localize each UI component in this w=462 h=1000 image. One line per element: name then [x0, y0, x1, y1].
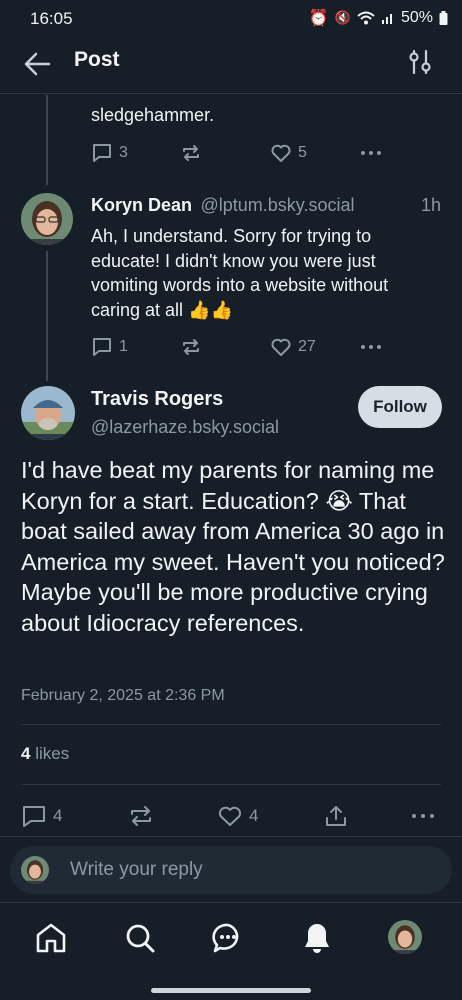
comment-icon — [93, 338, 111, 356]
reply-button[interactable]: 4 — [21, 804, 62, 828]
thread-settings-button[interactable] — [408, 49, 434, 77]
filter-icon — [409, 49, 431, 75]
bottom-nav — [0, 902, 462, 1000]
likes-count: 4 — [21, 744, 31, 763]
more-icon — [361, 151, 381, 155]
back-button[interactable] — [22, 50, 54, 78]
battery-percent: 50% — [400, 9, 433, 26]
repost-icon — [183, 145, 199, 161]
avatar[interactable] — [21, 193, 73, 245]
follow-button[interactable]: Follow — [358, 386, 442, 428]
post-timestamp: February 2, 2025 at 2:36 PM — [21, 687, 225, 704]
reply-button[interactable]: 3 — [91, 142, 128, 164]
like-button[interactable]: 4 — [217, 804, 258, 828]
main-post-text: I'd have beat my parents for naming me K… — [21, 457, 445, 636]
nav-search[interactable] — [123, 921, 157, 955]
like-count: 4 — [249, 806, 259, 825]
repost-icon — [131, 806, 151, 826]
nav-home[interactable] — [34, 921, 68, 955]
author-handle[interactable]: @lptum.bsky.social — [200, 195, 354, 215]
post-age: 1h — [421, 195, 442, 215]
post-header: Post — [0, 36, 462, 94]
divider — [0, 836, 462, 837]
more-button[interactable] — [410, 804, 436, 828]
more-button[interactable] — [359, 336, 383, 358]
wifi-icon — [357, 11, 375, 25]
thread-line — [46, 95, 48, 185]
reply-count: 4 — [53, 806, 63, 825]
more-button[interactable] — [359, 142, 383, 164]
comment-icon — [93, 144, 111, 162]
search-icon — [126, 924, 155, 953]
bell-icon — [305, 924, 329, 953]
more-icon — [361, 345, 381, 349]
signal-icon — [381, 14, 392, 24]
divider — [21, 724, 441, 725]
divider — [21, 784, 441, 785]
alarm-icon: ⏰ — [308, 10, 329, 27]
more-icon — [412, 814, 434, 818]
repost-icon — [183, 339, 199, 355]
heart-icon — [218, 806, 242, 826]
home-icon — [36, 923, 66, 953]
avatar-koryn — [21, 193, 73, 245]
status-time: 16:05 — [30, 9, 73, 28]
reply-post-meta: Koryn Dean @lptum.bsky.social — [91, 195, 451, 216]
reply-composer[interactable]: Write your reply — [10, 846, 452, 894]
likes-summary[interactable]: 4 likes — [21, 744, 69, 764]
reply-count: 1 — [119, 338, 128, 355]
status-icons: ⏰ 🔇 50% — [309, 8, 448, 28]
like-count: 27 — [298, 338, 316, 355]
mute-icon: 🔇 — [334, 10, 351, 25]
heart-icon — [271, 338, 291, 356]
share-button[interactable] — [323, 804, 349, 828]
author-name[interactable]: Travis Rogers — [91, 388, 223, 411]
nav-chat[interactable] — [211, 921, 245, 955]
repost-button[interactable] — [180, 142, 202, 164]
nav-notifications[interactable] — [300, 921, 334, 955]
avatar-travis — [21, 386, 75, 440]
avatar — [21, 856, 49, 884]
avatar-self — [388, 920, 422, 954]
share-icon — [326, 806, 346, 826]
author-name[interactable]: Koryn Dean — [91, 195, 192, 215]
heart-icon — [271, 144, 291, 162]
thread-line — [46, 251, 48, 381]
reply-input[interactable]: Write your reply — [70, 859, 203, 881]
like-button[interactable]: 27 — [270, 336, 316, 358]
repost-button[interactable] — [180, 336, 202, 358]
battery-icon — [439, 11, 448, 25]
comment-icon — [23, 806, 45, 827]
like-count: 5 — [298, 144, 307, 161]
gesture-bar[interactable] — [151, 988, 311, 993]
repost-button[interactable] — [128, 804, 154, 828]
avatar-self — [21, 856, 49, 884]
nav-profile[interactable] — [388, 920, 422, 954]
author-handle[interactable]: @lazerhaze.bsky.social — [91, 417, 279, 438]
like-button[interactable]: 5 — [270, 142, 307, 164]
chat-icon — [212, 923, 239, 953]
page-title: Post — [74, 48, 120, 71]
avatar[interactable] — [21, 386, 75, 440]
reply-post-text: Ah, I understand. Sorry for trying to ed… — [91, 226, 389, 320]
reply-button[interactable]: 1 — [91, 336, 128, 358]
parent-post-text: sledgehammer. — [91, 105, 215, 125]
likes-label: likes — [35, 744, 70, 763]
back-arrow-icon — [24, 52, 51, 76]
reply-count: 3 — [119, 144, 128, 161]
